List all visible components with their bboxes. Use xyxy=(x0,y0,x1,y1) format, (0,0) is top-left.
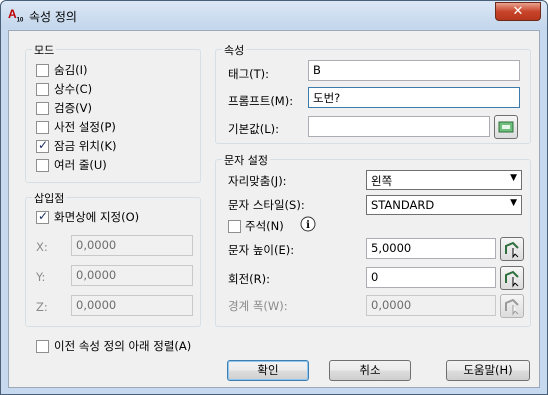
app-logo-icon: A10 xyxy=(8,7,24,24)
chevron-down-icon: ▼ xyxy=(510,198,517,208)
pick-point-icon xyxy=(505,241,519,259)
text-height-label: 문자 높이(E): xyxy=(228,243,295,257)
chevron-down-icon: ▼ xyxy=(510,173,517,183)
close-button[interactable]: ✕ xyxy=(495,2,541,21)
y-input[interactable]: 0,0000 xyxy=(71,265,193,286)
prompt-label: 프롬프트(M): xyxy=(228,94,294,108)
annotative-label: 주석(N) xyxy=(245,219,284,233)
default-input[interactable] xyxy=(308,116,490,137)
pick-point-icon xyxy=(505,298,519,316)
x-input[interactable]: 0,0000 xyxy=(71,235,193,256)
annotative-checkbox[interactable] xyxy=(228,220,241,233)
pick-point-icon xyxy=(505,270,519,288)
pick-boundary-button[interactable] xyxy=(500,294,524,318)
align-below-label: 이전 속성 정의 아래 정렬(A) xyxy=(54,339,192,353)
attribute-group: 속성 태그(T): B 프롬프트(M): 도번? 기본값(L): xyxy=(215,42,531,144)
justification-dropdown[interactable]: 왼쪽 ▼ xyxy=(366,170,522,190)
y-label: Y: xyxy=(36,270,46,284)
preset-label: 사전 설정(P) xyxy=(54,120,116,134)
window-title: 속성 정의 xyxy=(29,10,77,24)
svg-text:i: i xyxy=(306,220,310,231)
pick-height-button[interactable] xyxy=(500,237,524,261)
verify-checkbox[interactable] xyxy=(36,102,49,115)
help-button[interactable]: 도움말(H) xyxy=(446,360,530,381)
ok-button[interactable]: 확인 xyxy=(227,360,309,381)
text-settings-group: 문자 설정 자리맞춤(J): 왼쪽 ▼ 문자 스타일(S): STANDARD … xyxy=(215,152,531,327)
mode-group: 모드 숨김(I) 상수(C) 검증(V) 사전 설정(P) 잠금 위치(K) 여… xyxy=(25,42,201,183)
constant-checkbox[interactable] xyxy=(36,83,49,96)
tag-input[interactable]: B xyxy=(308,60,520,81)
mode-group-title: 모드 xyxy=(32,42,57,58)
text-style-label: 문자 스타일(S): xyxy=(228,198,305,212)
text-style-value: STANDARD xyxy=(371,198,435,212)
boundary-width-input[interactable]: 0,0000 xyxy=(366,295,496,316)
insertion-point-group: 삽입점 화면상에 지정(O) X: 0,0000 Y: 0,0000 Z: 0,… xyxy=(25,190,201,327)
multiline-checkbox[interactable] xyxy=(36,159,49,172)
default-label: 기본값(L): xyxy=(228,122,279,136)
text-style-dropdown[interactable]: STANDARD ▼ xyxy=(366,195,522,215)
rotation-input[interactable]: 0 xyxy=(366,267,496,288)
z-label: Z: xyxy=(36,300,48,314)
title-bar[interactable]: A10 속성 정의 ✕ xyxy=(1,1,547,29)
z-input[interactable]: 0,0000 xyxy=(71,295,193,316)
multiline-label: 여러 줄(U) xyxy=(54,158,107,172)
lock-position-label: 잠금 위치(K) xyxy=(54,139,117,153)
dialog-body: 모드 숨김(I) 상수(C) 검증(V) 사전 설정(P) 잠금 위치(K) 여… xyxy=(8,30,540,388)
verify-label: 검증(V) xyxy=(54,101,92,115)
text-height-input[interactable]: 5,0000 xyxy=(366,238,496,259)
attribute-definition-dialog: A10 속성 정의 ✕ 모드 숨김(I) 상수(C) 검증(V) 사전 설정(P… xyxy=(0,0,548,395)
rotation-label: 회전(R): xyxy=(228,272,270,286)
justification-label: 자리맞춤(J): xyxy=(228,174,287,188)
specify-on-screen-checkbox[interactable] xyxy=(36,209,49,224)
insert-field-icon xyxy=(498,121,514,133)
x-label: X: xyxy=(36,240,48,254)
lock-position-checkbox[interactable] xyxy=(36,138,49,153)
hidden-label: 숨김(I) xyxy=(54,63,88,77)
info-icon[interactable]: i xyxy=(300,216,316,235)
prompt-input[interactable]: 도번? xyxy=(308,87,520,108)
attribute-group-title: 속성 xyxy=(222,42,247,58)
text-settings-group-title: 문자 설정 xyxy=(222,152,270,168)
tag-label: 태그(T): xyxy=(228,67,270,81)
preset-checkbox[interactable] xyxy=(36,121,49,134)
boundary-width-label: 경계 폭(W): xyxy=(228,299,288,313)
align-below-checkbox[interactable] xyxy=(36,340,49,353)
pick-rotation-button[interactable] xyxy=(500,266,524,290)
specify-on-screen-label: 화면상에 지정(O) xyxy=(54,210,140,224)
cancel-button[interactable]: 취소 xyxy=(329,360,411,381)
constant-label: 상수(C) xyxy=(54,82,93,96)
justification-value: 왼쪽 xyxy=(371,174,393,188)
hidden-checkbox[interactable] xyxy=(36,64,49,77)
insert-field-button[interactable] xyxy=(494,115,518,139)
insertion-point-group-title: 삽입점 xyxy=(32,190,67,206)
